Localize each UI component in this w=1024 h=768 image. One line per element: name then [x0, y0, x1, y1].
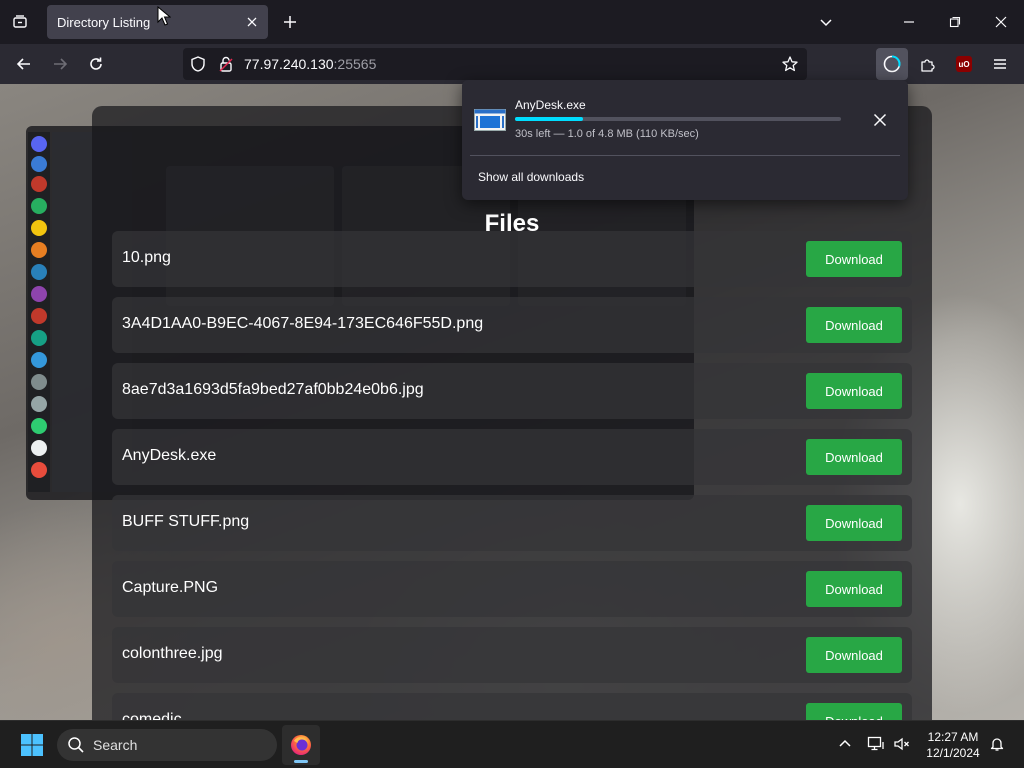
download-button[interactable]: Download [806, 703, 902, 720]
close-icon [247, 17, 257, 27]
back-arrow-icon [16, 58, 30, 70]
ublock-origin-button[interactable]: uO [952, 52, 976, 76]
bell-icon [990, 738, 1004, 751]
executable-file-icon [474, 109, 506, 131]
reload-icon [90, 57, 102, 70]
file-name[interactable]: comedic [122, 711, 182, 720]
plus-icon [284, 16, 296, 28]
tracking-protection-icon[interactable] [189, 55, 207, 78]
navigation-toolbar: 77.97.240.130:25565 uO [0, 44, 1024, 84]
downloads-panel: AnyDesk.exe 30s left — 1.0 of 4.8 MB (11… [462, 80, 908, 200]
file-row: 10.png Download [112, 231, 912, 287]
ublock-origin-icon: uO [956, 56, 972, 72]
downloads-button[interactable] [876, 48, 908, 80]
tab-overflow-button[interactable] [814, 10, 838, 34]
divider [470, 155, 900, 156]
file-row: Capture.PNG Download [112, 561, 912, 617]
file-row: 3A4D1AA0-B9EC-4067-8E94-173EC646F55D.png… [112, 297, 912, 353]
url-host: 77.97.240.130 [244, 56, 334, 72]
url-port: :25565 [333, 56, 377, 72]
forward-arrow-icon [54, 58, 68, 70]
window-close-button[interactable] [989, 10, 1013, 34]
url-text[interactable]: 77.97.240.130:25565 [244, 56, 376, 72]
volume-button[interactable] [892, 733, 912, 755]
restore-button[interactable] [943, 10, 967, 34]
hamburger-menu-icon [994, 59, 1006, 69]
close-icon [873, 113, 887, 127]
puzzle-piece-icon [921, 59, 935, 72]
file-name[interactable]: 3A4D1AA0-B9EC-4067-8E94-173EC646F55D.png [122, 315, 483, 333]
file-row: comedic Download [112, 693, 912, 720]
download-file-name[interactable]: AnyDesk.exe [515, 98, 586, 112]
download-button[interactable]: Download [806, 505, 902, 541]
taskbar-search-box[interactable]: Search [57, 729, 277, 761]
list-all-tabs-button[interactable] [8, 10, 32, 34]
close-icon [995, 16, 1007, 28]
search-icon [68, 737, 84, 753]
bookmark-star-icon[interactable] [781, 55, 799, 78]
app-menu-button[interactable] [988, 52, 1012, 76]
search-placeholder: Search [93, 737, 138, 753]
mouse-cursor-icon [157, 6, 171, 26]
file-name[interactable]: colonthree.jpg [122, 645, 223, 663]
clock-time: 12:27 AM [927, 730, 979, 744]
list-all-tabs-icon [13, 15, 27, 28]
network-status-button[interactable] [866, 733, 886, 755]
tab-strip: Directory Listing [0, 0, 1024, 44]
file-row: BUFF STUFF.png Download [112, 495, 912, 551]
file-name[interactable]: 8ae7d3a1693d5fa9bed27af0bb24e0b6.jpg [122, 381, 424, 399]
show-hidden-icons-button[interactable] [834, 733, 856, 755]
firefox-icon [291, 735, 311, 755]
minimize-button[interactable] [897, 10, 921, 34]
taskbar: Search 12:27 AM 12/1/2024 [0, 720, 1024, 768]
reload-button[interactable] [84, 52, 108, 76]
download-button[interactable]: Download [806, 439, 902, 475]
download-status: 30s left — 1.0 of 4.8 MB (110 KB/sec) [515, 128, 699, 140]
file-name[interactable]: AnyDesk.exe [122, 447, 216, 465]
active-app-indicator [294, 760, 308, 763]
windows-start-icon[interactable] [20, 733, 44, 757]
download-button[interactable]: Download [806, 571, 902, 607]
file-row: colonthree.jpg Download [112, 627, 912, 683]
file-name[interactable]: Capture.PNG [122, 579, 218, 597]
forward-button[interactable] [48, 52, 72, 76]
taskbar-firefox-button[interactable] [282, 725, 320, 765]
download-progress-bar [515, 117, 841, 121]
download-button[interactable]: Download [806, 307, 902, 343]
volume-muted-icon [894, 737, 909, 751]
download-button[interactable]: Download [806, 637, 902, 673]
tab-close-button[interactable] [244, 14, 260, 30]
extensions-button[interactable] [916, 52, 940, 76]
show-all-downloads-button[interactable]: Show all downloads [478, 170, 584, 184]
chevron-up-icon [839, 739, 851, 747]
cancel-download-button[interactable] [868, 108, 892, 132]
insecure-lock-icon[interactable] [217, 55, 235, 78]
file-row: AnyDesk.exe Download [112, 429, 912, 485]
clock-date: 12/1/2024 [926, 746, 980, 760]
network-icon [867, 736, 884, 751]
notifications-button[interactable] [986, 733, 1008, 755]
tab-title: Directory Listing [57, 14, 151, 30]
new-tab-button[interactable] [278, 10, 302, 34]
download-button[interactable]: Download [806, 241, 902, 277]
file-name[interactable]: 10.png [122, 249, 171, 267]
address-bar[interactable]: 77.97.240.130:25565 [183, 48, 807, 80]
file-name[interactable]: BUFF STUFF.png [122, 513, 249, 531]
back-button[interactable] [12, 52, 36, 76]
download-button[interactable]: Download [806, 373, 902, 409]
system-clock[interactable]: 12:27 AM 12/1/2024 [918, 729, 988, 761]
minimize-icon [904, 21, 914, 23]
restore-icon [949, 16, 961, 28]
file-row: 8ae7d3a1693d5fa9bed27af0bb24e0b6.jpg Dow… [112, 363, 912, 419]
download-progress-icon [883, 55, 901, 73]
chevron-down-icon [820, 19, 832, 27]
